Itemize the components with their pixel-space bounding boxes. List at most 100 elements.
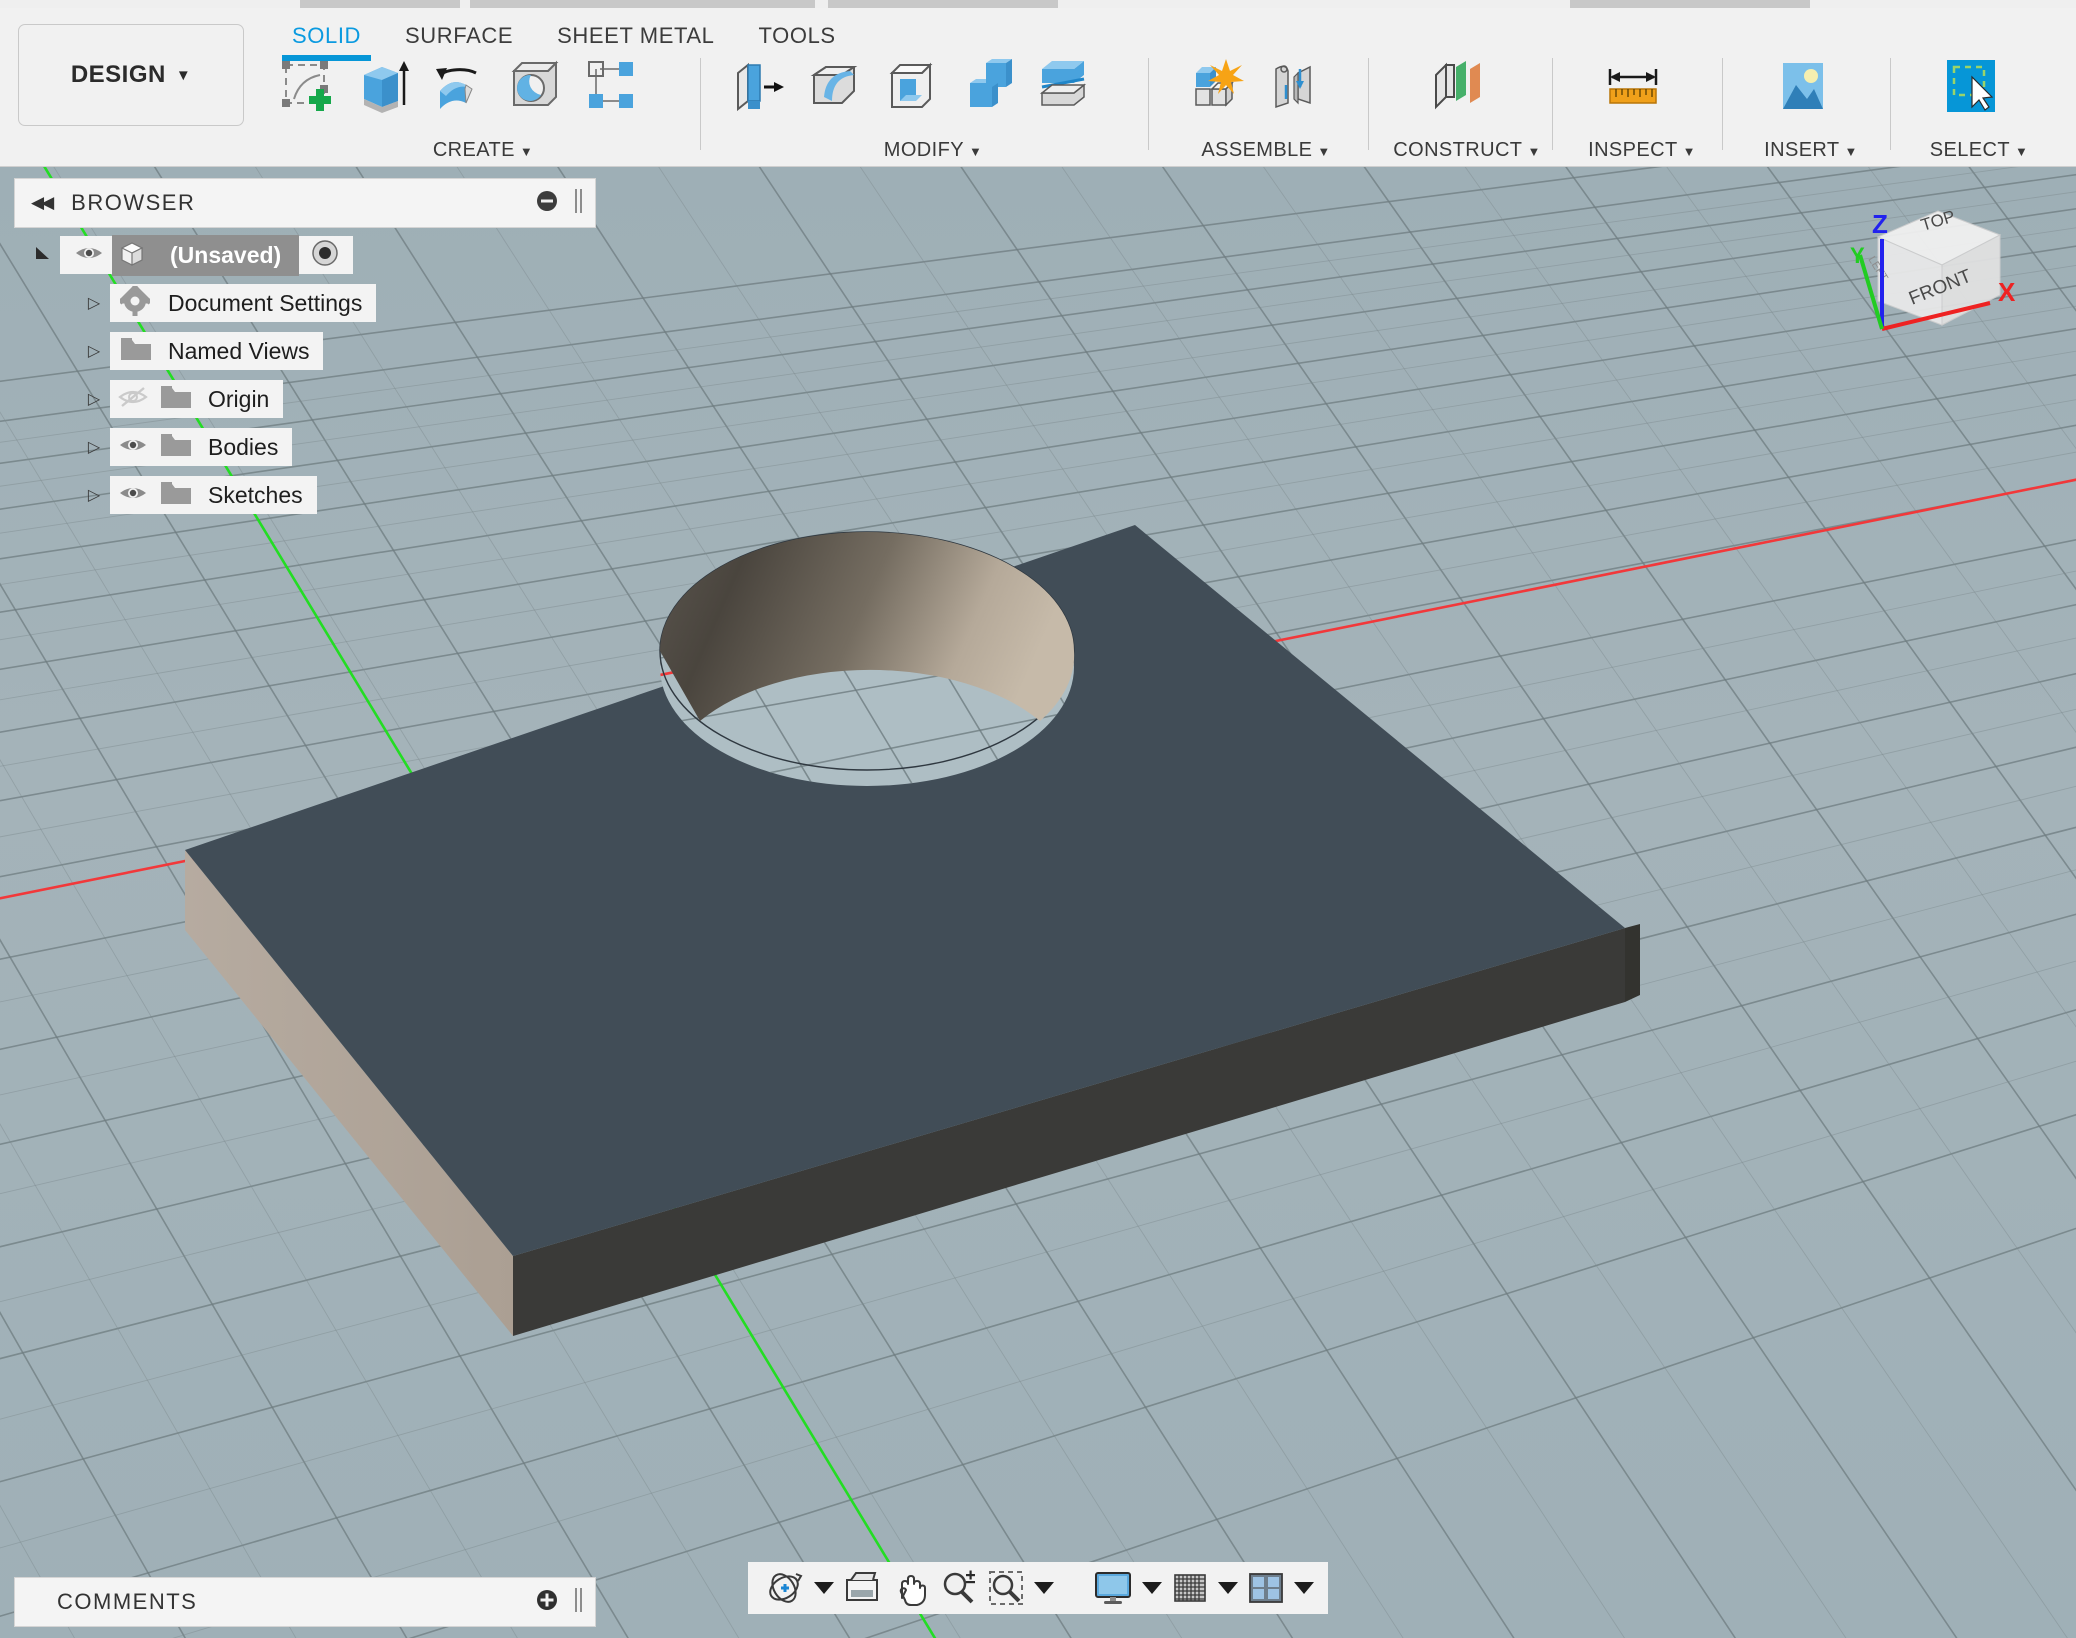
browser-panel-header: ◀◀ BROWSER: [14, 178, 596, 228]
split-face-icon[interactable]: [1030, 50, 1096, 122]
window-tab-segment: [300, 0, 460, 8]
panel-create-label[interactable]: CREATE▼: [268, 139, 698, 162]
expander-closed-icon[interactable]: ▷: [78, 437, 110, 457]
eye-visible-icon[interactable]: [74, 242, 104, 269]
panel-modify: MODIFY▼: [718, 50, 1148, 162]
folder-icon: [160, 432, 192, 463]
look-at-icon[interactable]: [842, 1565, 882, 1611]
3d-viewport[interactable]: ◀◀ BROWSER: [0, 167, 2076, 1638]
select-cursor-icon[interactable]: [1938, 50, 2004, 122]
radio-active-icon[interactable]: [311, 239, 339, 272]
gear-icon: [120, 286, 150, 321]
panel-assemble-label[interactable]: ASSEMBLE▼: [1166, 139, 1366, 162]
view-cube[interactable]: TOP FRONT LEFT Z X Y: [1850, 197, 2040, 347]
panel-divider: [1368, 58, 1369, 150]
panel-select: SELECT▼: [1900, 50, 2058, 162]
viewcube-z-label: Z: [1872, 209, 1888, 239]
eye-visible-icon[interactable]: [118, 482, 148, 509]
chevron-down-icon: ▼: [176, 67, 191, 84]
browser-item-document-settings[interactable]: ▷ Document Settings: [78, 283, 376, 323]
browser-item-label: Document Settings: [168, 290, 362, 317]
viewcube-y-label: Y: [1850, 243, 1865, 268]
viewports-dropdown-caret[interactable]: [1294, 1582, 1314, 1594]
chevron-down-icon: ▼: [1317, 144, 1330, 159]
browser-root-row[interactable]: (Unsaved): [26, 235, 353, 275]
panel-insert-label[interactable]: INSERT▼: [1732, 139, 1890, 162]
scene-graphics: [0, 167, 2076, 1638]
tab-sheet-metal-label: SHEET METAL: [557, 23, 714, 48]
viewports-icon[interactable]: [1246, 1565, 1286, 1611]
offset-plane-icon[interactable]: [1424, 50, 1490, 122]
browser-item-label: Sketches: [208, 482, 303, 509]
minimize-icon[interactable]: [535, 189, 559, 218]
grid-dropdown-caret[interactable]: [1218, 1582, 1238, 1594]
combine-icon[interactable]: [954, 50, 1020, 122]
eye-hidden-icon[interactable]: [118, 386, 148, 413]
folder-icon: [160, 384, 192, 415]
extrude-icon[interactable]: [350, 50, 416, 122]
panel-select-label[interactable]: SELECT▼: [1900, 139, 2058, 162]
expander-closed-icon[interactable]: ▷: [78, 389, 110, 409]
panel-insert: INSERT▼: [1732, 50, 1890, 162]
design-workspace-label: DESIGN: [71, 61, 166, 89]
design-workspace-button[interactable]: DESIGN ▼: [18, 24, 244, 126]
zoom-dropdown-caret[interactable]: [1034, 1582, 1054, 1594]
grip-icon[interactable]: [573, 187, 585, 220]
browser-item-sketches[interactable]: ▷ Sketches: [78, 475, 317, 515]
panel-divider: [700, 58, 701, 150]
panel-construct-label[interactable]: CONSTRUCT▼: [1382, 139, 1552, 162]
revolve-icon[interactable]: [426, 50, 492, 122]
orbit-icon[interactable]: [762, 1565, 806, 1611]
hole-icon[interactable]: [502, 50, 568, 122]
create-sketch-icon[interactable]: [274, 50, 340, 122]
press-pull-icon[interactable]: [726, 50, 792, 122]
zoom-window-icon[interactable]: [986, 1565, 1026, 1611]
pan-hand-icon[interactable]: [890, 1565, 930, 1611]
grid-snaps-icon[interactable]: [1170, 1565, 1210, 1611]
rectangular-pattern-icon[interactable]: [578, 50, 644, 122]
expander-open-icon[interactable]: [26, 243, 60, 268]
viewcube-x-label: X: [1998, 277, 2016, 307]
zoom-in-icon[interactable]: [938, 1565, 978, 1611]
insert-image-icon[interactable]: [1770, 50, 1836, 122]
joint-icon[interactable]: [1260, 50, 1326, 122]
expander-closed-icon[interactable]: ▷: [78, 341, 110, 361]
display-dropdown-caret[interactable]: [1142, 1582, 1162, 1594]
plus-circle-icon[interactable]: [535, 1588, 559, 1617]
panel-assemble: ASSEMBLE▼: [1166, 50, 1366, 162]
browser-title: BROWSER: [71, 190, 195, 216]
browser-item-origin[interactable]: ▷ Origin: [78, 379, 283, 419]
tab-solid[interactable]: SOLID: [270, 23, 383, 49]
orbit-dropdown-caret[interactable]: [814, 1582, 834, 1594]
browser-item-bodies[interactable]: ▷ Bodies: [78, 427, 292, 467]
tab-solid-label: SOLID: [292, 23, 361, 48]
tab-tools[interactable]: TOOLS: [737, 23, 858, 49]
expander-closed-icon[interactable]: ▷: [78, 293, 110, 313]
tab-surface[interactable]: SURFACE: [383, 23, 535, 49]
grip-icon[interactable]: [573, 1586, 585, 1619]
collapse-left-icon[interactable]: ◀◀: [31, 193, 51, 213]
tab-surface-label: SURFACE: [405, 23, 513, 48]
panel-modify-label[interactable]: MODIFY▼: [718, 139, 1148, 162]
browser-root-label: (Unsaved): [170, 242, 281, 269]
browser-item-label: Origin: [208, 386, 269, 413]
shell-icon[interactable]: [878, 50, 944, 122]
panel-divider: [1148, 58, 1149, 150]
tab-sheet-metal[interactable]: SHEET METAL: [535, 23, 736, 49]
chevron-down-icon: ▼: [2015, 144, 2028, 159]
navigation-bar: [748, 1562, 1328, 1614]
display-settings-icon[interactable]: [1092, 1565, 1134, 1611]
comments-title: COMMENTS: [57, 1589, 197, 1615]
browser-item-named-views[interactable]: ▷ Named Views: [78, 331, 323, 371]
new-component-icon[interactable]: [1184, 50, 1250, 122]
eye-visible-icon[interactable]: [118, 434, 148, 461]
panel-divider: [1552, 58, 1553, 150]
panel-divider: [1722, 58, 1723, 150]
fillet-icon[interactable]: [802, 50, 868, 122]
window-tab-segment: [828, 0, 1058, 8]
panel-inspect-label[interactable]: INSPECT▼: [1562, 139, 1722, 162]
expander-closed-icon[interactable]: ▷: [78, 485, 110, 505]
comments-panel-header: COMMENTS: [14, 1577, 596, 1627]
measure-icon[interactable]: [1600, 50, 1666, 122]
chevron-down-icon: ▼: [1683, 144, 1696, 159]
